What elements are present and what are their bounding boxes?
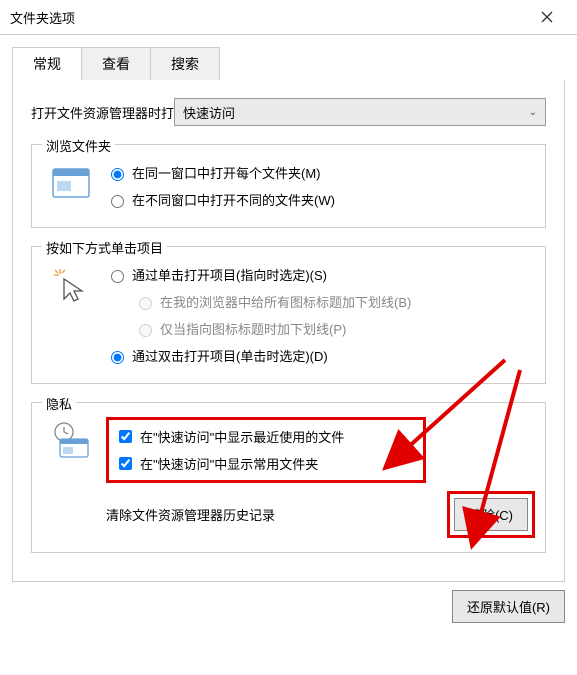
radio-same-window[interactable]: 在同一窗口中打开每个文件夹(M)	[106, 159, 535, 186]
privacy-legend: 隐私	[42, 394, 76, 413]
radio-double-click[interactable]: 通过双击打开项目(单击时选定)(D)	[106, 342, 535, 369]
tab-view[interactable]: 查看	[81, 47, 151, 80]
radio-underline-all: 在我的浏览器中给所有图标标题加下划线(B)	[134, 288, 535, 315]
chevron-down-icon: ⌄	[529, 107, 537, 118]
tab-panel-general: 打开文件资源管理器时打 快速访问 ⌄ 浏览文件夹 在同一窗口中打开每个文件夹(M…	[12, 80, 565, 582]
tab-general[interactable]: 常规	[12, 47, 82, 80]
folder-window-icon	[50, 161, 92, 203]
cursor-click-icon	[50, 263, 92, 305]
browse-folders-legend: 浏览文件夹	[42, 136, 115, 155]
tabs: 常规 查看 搜索	[12, 47, 577, 80]
group-browse-folders: 浏览文件夹 在同一窗口中打开每个文件夹(M) 在不同窗口中打开不同的文件夹(W)	[31, 144, 546, 228]
open-in-label: 打开文件资源管理器时打	[31, 103, 174, 122]
open-in-selected: 快速访问	[183, 103, 235, 122]
clear-button-highlight: 清除(C)	[447, 491, 535, 538]
radio-different-windows[interactable]: 在不同窗口中打开不同的文件夹(W)	[106, 186, 535, 213]
privacy-history-icon	[50, 419, 92, 461]
group-click-items: 按如下方式单击项目 通过单击打开项目(指向时选定)(S)	[31, 246, 546, 384]
check-frequent-folders[interactable]: 在"快速访问"中显示常用文件夹	[115, 450, 417, 477]
open-in-dropdown[interactable]: 快速访问 ⌄	[174, 98, 546, 126]
group-privacy: 隐私 在"快速访问"中显示最近使用的文件	[31, 402, 546, 553]
window-title: 文件夹选项	[10, 8, 75, 27]
close-button[interactable]	[527, 2, 567, 32]
tab-search[interactable]: 搜索	[150, 47, 220, 80]
check-recent-files[interactable]: 在"快速访问"中显示最近使用的文件	[115, 423, 417, 450]
clear-button[interactable]: 清除(C)	[454, 498, 528, 531]
clear-history-label: 清除文件资源管理器历史记录	[106, 505, 275, 524]
radio-single-click[interactable]: 通过单击打开项目(指向时选定)(S)	[106, 261, 535, 288]
restore-defaults-button[interactable]: 还原默认值(R)	[452, 590, 565, 623]
click-items-legend: 按如下方式单击项目	[42, 238, 167, 257]
privacy-highlight-box: 在"快速访问"中显示最近使用的文件 在"快速访问"中显示常用文件夹	[106, 417, 426, 483]
radio-underline-hover: 仅当指向图标标题时加下划线(P)	[134, 315, 535, 342]
